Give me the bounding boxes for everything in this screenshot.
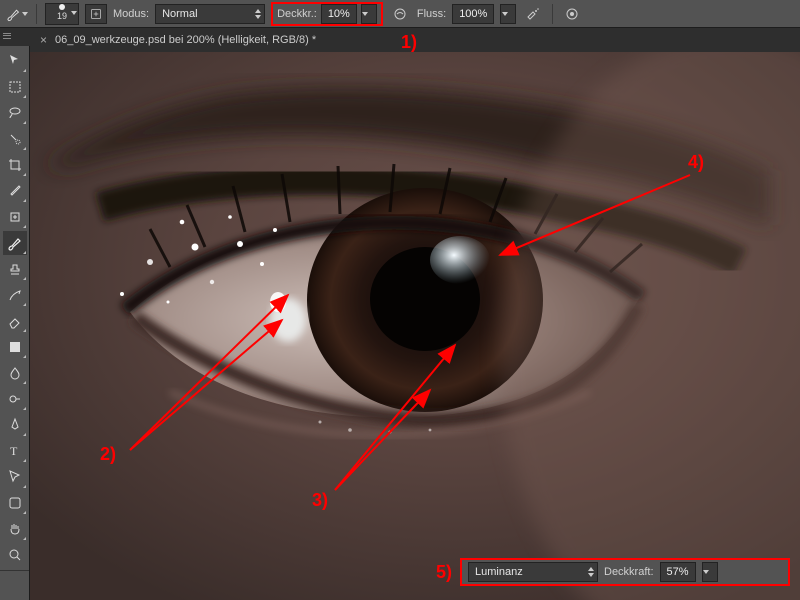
annotation-label-2: 2) <box>100 444 116 465</box>
canvas-image <box>30 52 800 600</box>
close-icon[interactable]: × <box>40 33 47 47</box>
path-select-tool[interactable] <box>3 465 27 489</box>
opacity-value: 10% <box>322 8 356 20</box>
opacity-label: Deckkr.: <box>277 8 317 20</box>
tablet-pressure-size-icon[interactable] <box>561 3 583 25</box>
layer-options-bar: Luminanz Deckkraft: 57% <box>460 558 790 586</box>
toolbar-separator <box>0 570 29 571</box>
brush-panel-toggle[interactable] <box>85 4 107 24</box>
document-tab-title: 06_09_werkzeuge.psd bei 200% (Helligkeit… <box>55 34 316 46</box>
dodge-tool[interactable] <box>3 387 27 411</box>
flow-dropdown[interactable] <box>500 4 516 24</box>
pen-tool[interactable] <box>3 413 27 437</box>
chevron-down-icon <box>501 12 508 16</box>
marquee-tool[interactable] <box>3 75 27 99</box>
type-tool[interactable]: T <box>3 439 27 463</box>
brush-preset-picker[interactable]: 19 <box>45 3 79 25</box>
layer-opacity-field[interactable]: 57% <box>660 562 696 582</box>
opacity-dropdown[interactable] <box>361 4 377 24</box>
chevron-down-icon <box>362 12 369 16</box>
opacity-field[interactable]: 10% <box>321 4 357 24</box>
annotation-label-5: 5) <box>436 562 452 583</box>
annotation-label-4: 4) <box>688 152 704 173</box>
brush-tool-icon[interactable] <box>6 3 28 25</box>
tablet-pressure-opacity-icon[interactable] <box>389 3 411 25</box>
blur-tool[interactable] <box>3 361 27 385</box>
chevron-down-icon <box>21 12 28 16</box>
airbrush-icon[interactable] <box>522 3 544 25</box>
annotation-label-1: 1) <box>401 32 417 53</box>
layer-opacity-value: 57% <box>661 566 695 578</box>
flow-field[interactable]: 100% <box>452 4 494 24</box>
opacity-group: Deckkr.: 10% <box>271 2 383 26</box>
options-bar: 19 Modus: Normal Deckkr.: 10% Fluss: 100… <box>0 0 800 28</box>
separator <box>552 4 553 24</box>
eyedropper-tool[interactable] <box>3 179 27 203</box>
layer-opacity-label: Deckkraft: <box>604 566 654 578</box>
brush-preview-dot <box>59 4 65 10</box>
gradient-tool[interactable] <box>3 335 27 359</box>
flow-label: Fluss: <box>417 8 446 20</box>
flow-value: 100% <box>453 8 493 20</box>
move-tool[interactable] <box>3 49 27 73</box>
blend-mode-select[interactable]: Luminanz <box>468 562 598 582</box>
stamp-tool[interactable] <box>3 257 27 281</box>
hand-tool[interactable] <box>3 517 27 541</box>
blend-mode-value: Luminanz <box>475 566 523 578</box>
chevron-down-icon <box>70 11 77 15</box>
shape-tool[interactable] <box>3 491 27 515</box>
annotation-label-3: 3) <box>312 490 328 511</box>
lasso-tool[interactable] <box>3 101 27 125</box>
layer-opacity-dropdown[interactable] <box>702 562 718 582</box>
document-tab[interactable]: × 06_09_werkzeuge.psd bei 200% (Helligke… <box>30 28 326 52</box>
brush-tool[interactable] <box>3 231 27 255</box>
crop-tool[interactable] <box>3 153 27 177</box>
panel-drag-handle[interactable] <box>0 30 14 42</box>
chevron-down-icon <box>703 570 710 574</box>
healing-tool[interactable] <box>3 205 27 229</box>
mode-select[interactable]: Normal <box>155 4 265 24</box>
history-brush-tool[interactable] <box>3 283 27 307</box>
eraser-tool[interactable] <box>3 309 27 333</box>
tools-panel: T <box>0 46 30 600</box>
svg-text:T: T <box>10 444 18 458</box>
separator <box>36 4 37 24</box>
mode-value: Normal <box>162 8 197 20</box>
quick-select-tool[interactable] <box>3 127 27 151</box>
mode-label: Modus: <box>113 8 149 20</box>
document-canvas[interactable] <box>30 52 800 600</box>
zoom-tool[interactable] <box>3 543 27 567</box>
brush-size-value: 19 <box>57 11 67 21</box>
